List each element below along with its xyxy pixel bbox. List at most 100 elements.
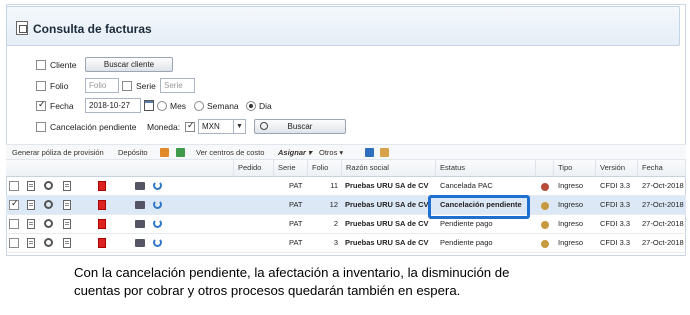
buscar-label: Buscar	[287, 122, 313, 131]
cell-version: CFDI 3.3	[600, 181, 631, 190]
tree-icon[interactable]	[176, 148, 185, 157]
status-highlight-box	[428, 195, 530, 219]
column-header-razon[interactable]: Razón social	[342, 160, 436, 177]
row-checkbox[interactable]	[9, 219, 19, 229]
table-row[interactable]: PAT 2 Pruebas URU SA de CV Pendiente pago In…	[6, 215, 686, 234]
moneda-value: MXN	[202, 122, 220, 131]
column-header-serie[interactable]: Serie	[274, 160, 308, 177]
buscar-button[interactable]: Buscar	[254, 119, 346, 134]
column-header-folio[interactable]: Folio	[308, 160, 342, 177]
xml-icon[interactable]	[63, 200, 71, 210]
semana-label: Semana	[207, 101, 239, 111]
dia-radio[interactable]	[246, 101, 256, 111]
cell-estatus: Pendiente pago	[440, 238, 493, 247]
column-header-tipo[interactable]: Tipo	[554, 160, 596, 177]
cell-folio: 2	[333, 219, 338, 228]
edit-icon[interactable]	[27, 200, 35, 210]
table-row[interactable]: PAT 3 Pruebas URU SA de CV Pendiente pago In…	[6, 234, 686, 253]
grid-toolbar: Generar póliza de provisión Depósito Ver…	[6, 144, 686, 160]
semana-radio[interactable]	[194, 101, 204, 111]
column-header-fecha[interactable]: Fecha	[638, 160, 686, 177]
cancelacion-checkbox[interactable]	[36, 122, 46, 132]
deposito-button[interactable]: Depósito	[118, 148, 148, 157]
table-row[interactable]: PAT 11 Pruebas URU SA de CV Cancelada PAC In…	[6, 177, 686, 196]
pdf-icon[interactable]	[98, 219, 106, 229]
print-icon[interactable]	[135, 239, 145, 247]
columns-icon[interactable]	[365, 148, 374, 157]
column-header-estatus[interactable]: Estatus	[436, 160, 536, 177]
cliente-label: Cliente	[50, 60, 77, 70]
refresh-icon[interactable]	[153, 238, 162, 247]
refresh-icon[interactable]	[153, 219, 162, 228]
invoice-icon	[16, 21, 28, 35]
cliente-checkbox[interactable]	[36, 60, 46, 70]
fecha-input[interactable]: 2018-10-27	[85, 98, 141, 113]
column-header-pedido[interactable]: Pedido	[234, 160, 274, 177]
cell-fecha: 27-Oct-2018	[642, 219, 684, 228]
row-checkbox[interactable]	[9, 238, 19, 248]
fecha-checkbox[interactable]	[36, 100, 46, 111]
cell-estatus: Cancelada PAC	[440, 181, 493, 190]
chevron-down-icon: ▼	[233, 120, 245, 133]
print-icon[interactable]	[135, 220, 145, 228]
cell-fecha: 27-Oct-2018	[642, 200, 684, 209]
serie-checkbox[interactable]	[122, 81, 132, 91]
column-header-version[interactable]: Versión	[596, 160, 638, 177]
otros-menu[interactable]: Otros ▾	[319, 148, 343, 157]
cell-fecha: 27-Oct-2018	[642, 238, 684, 247]
fecha-label: Fecha	[50, 101, 74, 111]
export-icon[interactable]	[160, 148, 169, 157]
row-checkbox[interactable]	[9, 199, 19, 210]
view-icon[interactable]	[44, 219, 53, 228]
view-icon[interactable]	[44, 238, 53, 247]
print-icon[interactable]	[135, 182, 145, 190]
status-dot	[541, 183, 549, 191]
panel-header: Consulta de facturas	[6, 6, 680, 46]
serie-label: Serie	[136, 81, 156, 91]
refresh-icon[interactable]	[153, 181, 162, 190]
edit-icon[interactable]	[27, 181, 35, 191]
pdf-icon[interactable]	[98, 200, 106, 210]
moneda-label: Moneda:	[147, 122, 181, 132]
xml-icon[interactable]	[63, 181, 71, 191]
calendar-icon[interactable]	[144, 100, 154, 111]
view-icon[interactable]	[44, 181, 53, 190]
edit-icon[interactable]	[27, 219, 35, 229]
cell-razon: Pruebas URU SA de CV	[345, 238, 429, 247]
cell-version: CFDI 3.3	[600, 238, 631, 247]
cell-tipo: Ingreso	[558, 219, 584, 228]
serie-input[interactable]: Serie	[160, 78, 195, 93]
xml-icon[interactable]	[63, 238, 71, 248]
cell-tipo: Ingreso	[558, 181, 584, 190]
status-dot	[541, 240, 549, 248]
generar-poliza-button[interactable]: Generar póliza de provisión	[12, 148, 104, 157]
table-row[interactable]: PAT12Pruebas URU SA de CVCancelación pen…	[6, 196, 686, 215]
moneda-select[interactable]: MXN ▼	[198, 119, 246, 134]
caption-line-2: cuentas por cobrar y otros procesos qued…	[74, 283, 461, 298]
mes-radio[interactable]	[157, 101, 167, 111]
xml-icon[interactable]	[63, 219, 71, 229]
folio-input[interactable]: Folio	[85, 78, 119, 93]
row-checkbox[interactable]	[9, 181, 19, 191]
cancelacion-label: Cancelación pendiente	[50, 122, 137, 132]
cell-razon: Pruebas URU SA de CV	[345, 200, 429, 209]
cell-tipo: Ingreso	[558, 200, 584, 209]
refresh-icon[interactable]	[153, 200, 162, 209]
filter-icon[interactable]	[380, 148, 389, 157]
cell-folio: 12	[329, 200, 338, 209]
invoice-grid: Pedido Serie Folio Razón social Estatus …	[6, 160, 686, 256]
pdf-icon[interactable]	[98, 181, 106, 191]
pdf-icon[interactable]	[98, 238, 106, 248]
edit-icon[interactable]	[27, 238, 35, 248]
cell-razon: Pruebas URU SA de CV	[345, 181, 429, 190]
asignar-menu[interactable]: Asignar ▾	[278, 148, 312, 157]
mes-label: Mes	[170, 101, 187, 111]
search-icon	[260, 122, 268, 130]
ver-centros-button[interactable]: Ver centros de costo	[196, 148, 264, 157]
print-icon[interactable]	[135, 201, 145, 209]
folio-checkbox[interactable]	[36, 81, 46, 91]
cell-tipo: Ingreso	[558, 238, 584, 247]
moneda-checkbox[interactable]	[185, 121, 195, 132]
buscar-cliente-button[interactable]: Buscar cliente	[85, 57, 173, 72]
view-icon[interactable]	[44, 200, 53, 209]
